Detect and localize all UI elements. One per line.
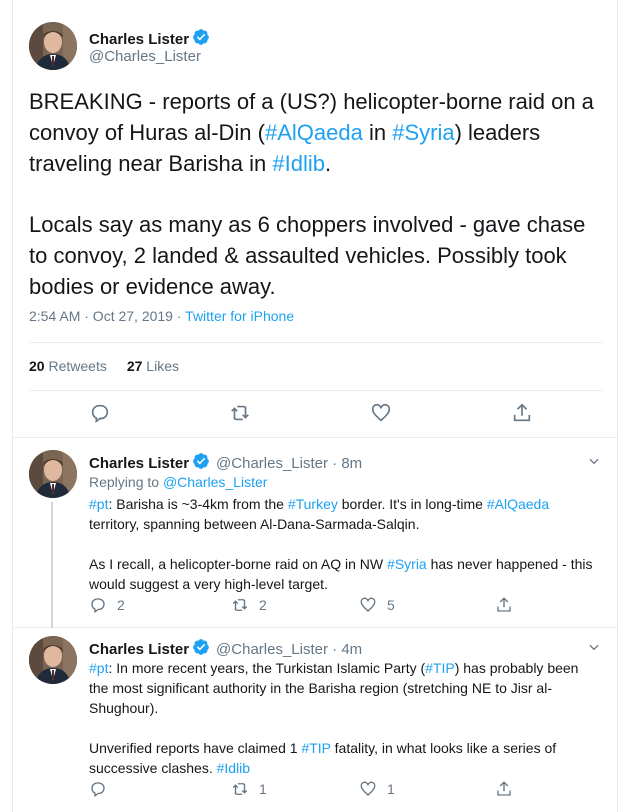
retweet-icon (232, 599, 248, 611)
retweet-icon (232, 783, 248, 795)
reply-icon (91, 404, 109, 423)
replying-to: Replying to @Charles_Lister (89, 474, 268, 490)
text-segment: As I recall, a helicopter-borne raid on … (89, 556, 388, 572)
hashtag-link[interactable]: #Syria (387, 556, 427, 572)
tweet-paragraph-2: Unverified reports have claimed 1 #TIP f… (89, 738, 601, 778)
tweet-paragraph-1: BREAKING - reports of a (US?) helicopter… (29, 86, 609, 179)
tweet-paragraph-2: As I recall, a helicopter-borne raid on … (89, 554, 601, 594)
chevron-down-icon[interactable] (587, 640, 601, 659)
likes-stat[interactable]: 27 Likes (127, 358, 179, 374)
text-segment: in (362, 120, 393, 145)
author-name[interactable]: Charles Lister (89, 31, 189, 48)
hashtag-link[interactable]: #Idlib (272, 151, 325, 176)
text-segment: . (324, 151, 332, 176)
retweets-stat[interactable]: 20 Retweets (29, 358, 107, 374)
tweet-source-link[interactable]: Twitter for iPhone (185, 308, 294, 324)
text-segment: border. It's in long-time (337, 496, 487, 512)
like-button[interactable] (370, 402, 392, 424)
reply-button[interactable]: 2 (89, 596, 125, 614)
share-icon (497, 781, 511, 796)
avatar[interactable] (29, 450, 77, 498)
verified-badge-icon (192, 638, 210, 660)
like-button[interactable]: 1 (359, 780, 395, 798)
share-icon (497, 597, 511, 612)
hashtag-link[interactable]: #pt (89, 496, 108, 512)
tweet-meta: 2:54 AM · Oct 27, 2019 · Twitter for iPh… (29, 308, 294, 324)
author-handle[interactable]: @Charles_Lister (89, 48, 201, 65)
like-count: 5 (387, 597, 395, 613)
avatar[interactable] (29, 636, 77, 684)
hashtag-link[interactable]: #Syria (392, 120, 454, 145)
share-icon (513, 403, 531, 422)
chevron-down-icon[interactable] (587, 454, 601, 473)
hashtag-link[interactable]: #AlQaeda (487, 496, 549, 512)
author-name-row: Charles Lister @Charles_Lister · 4m (89, 638, 362, 660)
heart-icon (360, 597, 376, 612)
tweet-thread: Charles Lister @Charles_Lister BREAKING … (12, 0, 618, 812)
avatar[interactable] (29, 22, 77, 70)
author-name-row: Charles Lister @Charles_Lister · 8m (89, 452, 362, 474)
reply-button[interactable] (89, 402, 111, 424)
hashtag-link[interactable]: #TIP (425, 660, 455, 676)
hashtag-link[interactable]: #pt (89, 660, 108, 676)
share-button[interactable] (511, 402, 533, 424)
tweet-timestamp[interactable]: 2:54 AM · Oct 27, 2019 · (29, 308, 185, 324)
retweet-count: 2 (259, 597, 267, 613)
reply-count: 2 (117, 597, 125, 613)
reply-tweet[interactable]: Charles Lister @Charles_Lister · 4m #pt:… (13, 628, 617, 812)
hashtag-link[interactable]: #TIP (301, 740, 330, 756)
hashtag-link[interactable]: #Idlib (217, 760, 250, 776)
heart-icon (360, 781, 376, 796)
replying-to-handle[interactable]: @Charles_Lister (163, 474, 267, 490)
share-button[interactable] (495, 596, 513, 614)
author-handle[interactable]: @Charles_Lister · 8m (216, 455, 362, 472)
reply-icon (91, 782, 105, 798)
verified-badge-icon (192, 452, 210, 474)
retweet-button[interactable] (229, 402, 251, 424)
tweet-action-bar (13, 402, 617, 426)
tweet-paragraph-2: Locals say as many as 6 choppers involve… (29, 212, 586, 299)
like-button[interactable]: 5 (359, 596, 395, 614)
retweet-count: 1 (259, 781, 267, 797)
tweet-stats: 20 Retweets 27 Likes (29, 358, 179, 374)
like-count: 1 (387, 781, 395, 797)
author-name[interactable]: Charles Lister (89, 455, 189, 472)
hashtag-link[interactable]: #Turkey (288, 496, 338, 512)
retweet-button[interactable]: 1 (231, 780, 267, 798)
divider (29, 342, 603, 343)
reply-tweet[interactable]: Charles Lister @Charles_Lister · 8m Repl… (13, 438, 617, 628)
tweet-paragraph-1: #pt: In more recent years, the Turkistan… (89, 658, 601, 718)
heart-icon (371, 403, 391, 422)
text-segment: Unverified reports have claimed 1 (89, 740, 302, 756)
reply-icon (91, 598, 105, 614)
tweet-text: #pt: Barisha is ~3-4km from the #Turkey … (89, 494, 601, 614)
hashtag-link[interactable]: #AlQaeda (265, 120, 363, 145)
main-tweet: Charles Lister @Charles_Lister BREAKING … (13, 0, 617, 438)
tweet-text: #pt: In more recent years, the Turkistan… (89, 658, 601, 798)
text-segment: territory, spanning between Al-Dana-Sarm… (89, 516, 420, 532)
author-name[interactable]: Charles Lister (89, 641, 189, 658)
divider (29, 390, 603, 391)
reply-button[interactable] (89, 780, 117, 798)
text-segment: : In more recent years, the Turkistan Is… (108, 660, 426, 676)
author-handle[interactable]: @Charles_Lister · 4m (216, 641, 362, 658)
tweet-text: BREAKING - reports of a (US?) helicopter… (29, 86, 609, 332)
retweet-button[interactable]: 2 (231, 596, 267, 614)
share-button[interactable] (495, 780, 513, 798)
tweet-paragraph-1: #pt: Barisha is ~3-4km from the #Turkey … (89, 494, 601, 534)
thread-line (51, 502, 53, 628)
text-segment: : Barisha is ~3-4km from the (108, 496, 288, 512)
retweet-icon (231, 405, 249, 421)
